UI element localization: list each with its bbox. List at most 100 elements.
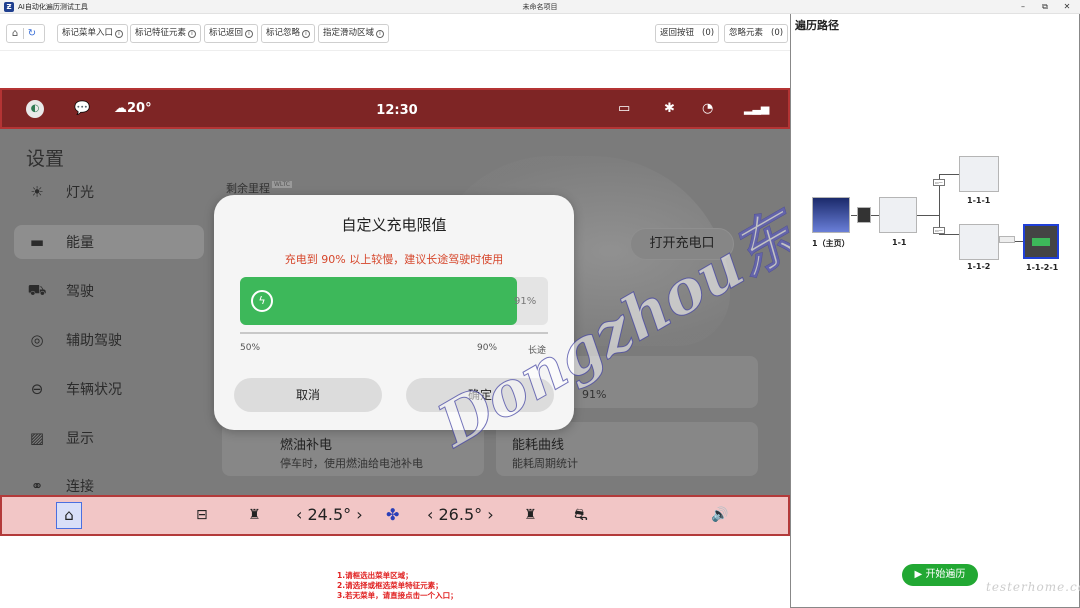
- window-title-bar: Ƶ AI自动化遍历测试工具 未命名项目 – ⧉ ✕: [0, 0, 1080, 14]
- gauge-icon: ⊖: [30, 380, 44, 398]
- back-buttons-label: 返回按钮: [660, 28, 695, 38]
- dialog-title: 自定义充电限值: [341, 216, 447, 234]
- bottom-bar-region[interactable]: ⌂ ⊟ ♜ ‹ 24.5° › ✤ ‹ 26.5° › ♜ ⛐ 🔊: [0, 495, 790, 536]
- sidebar-item-assisted-driving[interactable]: ◎ 辅助驾驶: [14, 323, 204, 357]
- edge-label: ▭—: [933, 179, 945, 186]
- info-icon: i: [188, 29, 197, 38]
- edge-label: ▭—: [933, 227, 945, 234]
- ignored-elements-label: 忽略元素: [729, 28, 764, 38]
- defrost-icon[interactable]: ⊟: [196, 505, 208, 525]
- left-arrow-icon[interactable]: ‹: [296, 505, 302, 524]
- temp-right: 26.5°: [438, 505, 483, 524]
- instruction-line: 1.请框选出菜单区域；: [337, 571, 413, 580]
- home-icon[interactable]: ⌂: [7, 25, 23, 42]
- mark-back-button[interactable]: 标记返回 i: [204, 24, 259, 43]
- node-home[interactable]: [812, 197, 850, 233]
- node-1-1-2-1[interactable]: [1023, 224, 1059, 259]
- instruction-line: 3.若无菜单，请直接点击一个入口；: [337, 591, 458, 600]
- page-title: 设置: [26, 148, 65, 170]
- right-arrow-icon[interactable]: ›: [487, 505, 493, 524]
- range-label: 剩余里程: [226, 182, 270, 195]
- ignored-elements-count: (0): [771, 28, 784, 38]
- play-icon: ▶: [914, 569, 923, 580]
- wifi-icon[interactable]: ◔: [702, 101, 713, 117]
- camera-icon[interactable]: ▭: [618, 101, 630, 117]
- display-icon: ▨: [29, 429, 45, 447]
- car-icon: ⛟: [27, 281, 47, 299]
- window-title: 未命名项目: [522, 3, 558, 11]
- energy-curve-subtitle: 能耗周期统计: [512, 457, 578, 470]
- dialog-warning: 充电到 90% 以上较慢，建议长途驾驶时使用: [284, 253, 504, 266]
- status-bar-region[interactable]: ◐ 💬 ☁20° 12:30 ▭ ✱ ◔ ▂▃▅: [0, 88, 790, 129]
- temp-right-control[interactable]: ‹ 26.5° ›: [427, 505, 494, 525]
- mark-back-label: 标记返回: [209, 28, 244, 38]
- nav-button-group: ⌂ ↻: [6, 24, 45, 43]
- refresh-icon[interactable]: ↻: [24, 25, 40, 42]
- instructions: 1.请框选出菜单区域； 2.请选择或框选菜单特征元素； 3.若无菜单，请直接点击…: [337, 571, 458, 601]
- sidebar-item-label: 能量: [66, 235, 94, 251]
- mark-feature-element-button[interactable]: 标记特征元素 i: [130, 24, 202, 43]
- edge-thumbnail: [857, 207, 871, 223]
- seat-icon[interactable]: ♜: [248, 505, 261, 525]
- cancel-button[interactable]: 取消: [234, 378, 382, 412]
- mark-ignore-button[interactable]: 标记忽略 i: [261, 24, 316, 43]
- sidebar-item-label: 驾驶: [66, 284, 94, 300]
- sidebar-item-display[interactable]: ▨ 显示: [14, 421, 204, 455]
- volume-icon[interactable]: 🔊: [711, 505, 728, 525]
- light-icon: ☀: [30, 183, 44, 201]
- mark-menu-entry-button[interactable]: 标记菜单入口 i: [57, 24, 129, 43]
- node-1-1[interactable]: [879, 197, 917, 233]
- left-arrow-icon[interactable]: ‹: [427, 505, 433, 524]
- node-label: 1（主页）: [812, 239, 850, 248]
- link-icon: ⚭: [30, 477, 44, 495]
- seat-heat-icon[interactable]: ♜: [524, 505, 537, 525]
- toolbar: ⌂ ↻ 标记菜单入口 i 标记特征元素 i 标记返回 i 标记忽略 i 指定滑动区域 i …: [0, 15, 790, 51]
- mark-ignore-label: 标记忽略: [266, 28, 301, 38]
- info-icon: i: [115, 29, 124, 38]
- node-1-1-1[interactable]: [959, 156, 999, 192]
- fuel-charge-title: 燃油补电: [280, 438, 333, 453]
- range-badge: WLTC: [272, 181, 292, 188]
- sidebar-item-lighting[interactable]: ☀ 灯光: [14, 175, 204, 209]
- specify-swipe-area-button[interactable]: 指定滑动区域 i: [318, 24, 390, 43]
- energy-curve-title: 能耗曲线: [512, 438, 565, 453]
- steering-wheel-icon: ◎: [30, 331, 44, 349]
- sidebar-item-energy[interactable]: ▬ 能量: [14, 225, 204, 259]
- signal-icon: ▂▃▅: [744, 102, 770, 115]
- node-1-1-2[interactable]: [959, 224, 999, 260]
- temp-left-control[interactable]: ‹ 24.5° ›: [296, 505, 363, 525]
- back-buttons-count: (0): [702, 28, 715, 38]
- sidebar-item-vehicle-status[interactable]: ⊖ 车辆状况: [14, 372, 204, 406]
- mark-feature-element-label: 标记特征元素: [135, 28, 187, 38]
- mark-menu-entry-label: 标记菜单入口: [62, 28, 114, 38]
- slider-scale: [240, 332, 548, 334]
- minimize-button[interactable]: –: [1012, 0, 1034, 14]
- sidebar-item-driving[interactable]: ⛟ 驾驶: [14, 274, 204, 308]
- sidebar-item-label: 灯光: [66, 185, 94, 201]
- edge: [939, 174, 959, 175]
- start-traversal-label: 开始遍历: [925, 569, 966, 580]
- instruction-line: 2.请选择或框选菜单特征元素；: [337, 581, 443, 590]
- bluetooth-icon[interactable]: ✱: [664, 101, 675, 117]
- info-icon: i: [245, 29, 254, 38]
- tick-label: 50%: [240, 343, 261, 353]
- home-icon[interactable]: ⌂: [56, 502, 82, 529]
- energy-curve-card[interactable]: 能耗曲线 能耗周期统计: [496, 422, 758, 476]
- right-arrow-icon[interactable]: ›: [356, 505, 362, 524]
- car-icon[interactable]: ⛐: [574, 505, 588, 525]
- battery-icon: ▬: [29, 233, 45, 251]
- maximize-button[interactable]: ⧉: [1034, 0, 1056, 14]
- lightning-icon: ϟ: [251, 290, 273, 312]
- fan-icon[interactable]: ✤: [386, 505, 399, 525]
- slider-fill[interactable]: ϟ: [240, 277, 518, 325]
- edge: [917, 215, 939, 216]
- sidebar-item-label: 连接: [66, 479, 94, 495]
- start-traversal-button[interactable]: ▶ 开始遍历: [902, 564, 978, 586]
- ignored-elements-counter[interactable]: 忽略元素 (0): [724, 24, 789, 43]
- close-button[interactable]: ✕: [1056, 0, 1078, 14]
- charge-limit-slider[interactable]: ϟ: [240, 277, 548, 325]
- app-title: AI自动化遍历测试工具: [18, 3, 88, 11]
- node-label: 1-1: [892, 238, 907, 247]
- edge-thumbnail: [999, 236, 1015, 243]
- back-buttons-counter[interactable]: 返回按钮 (0): [655, 24, 720, 43]
